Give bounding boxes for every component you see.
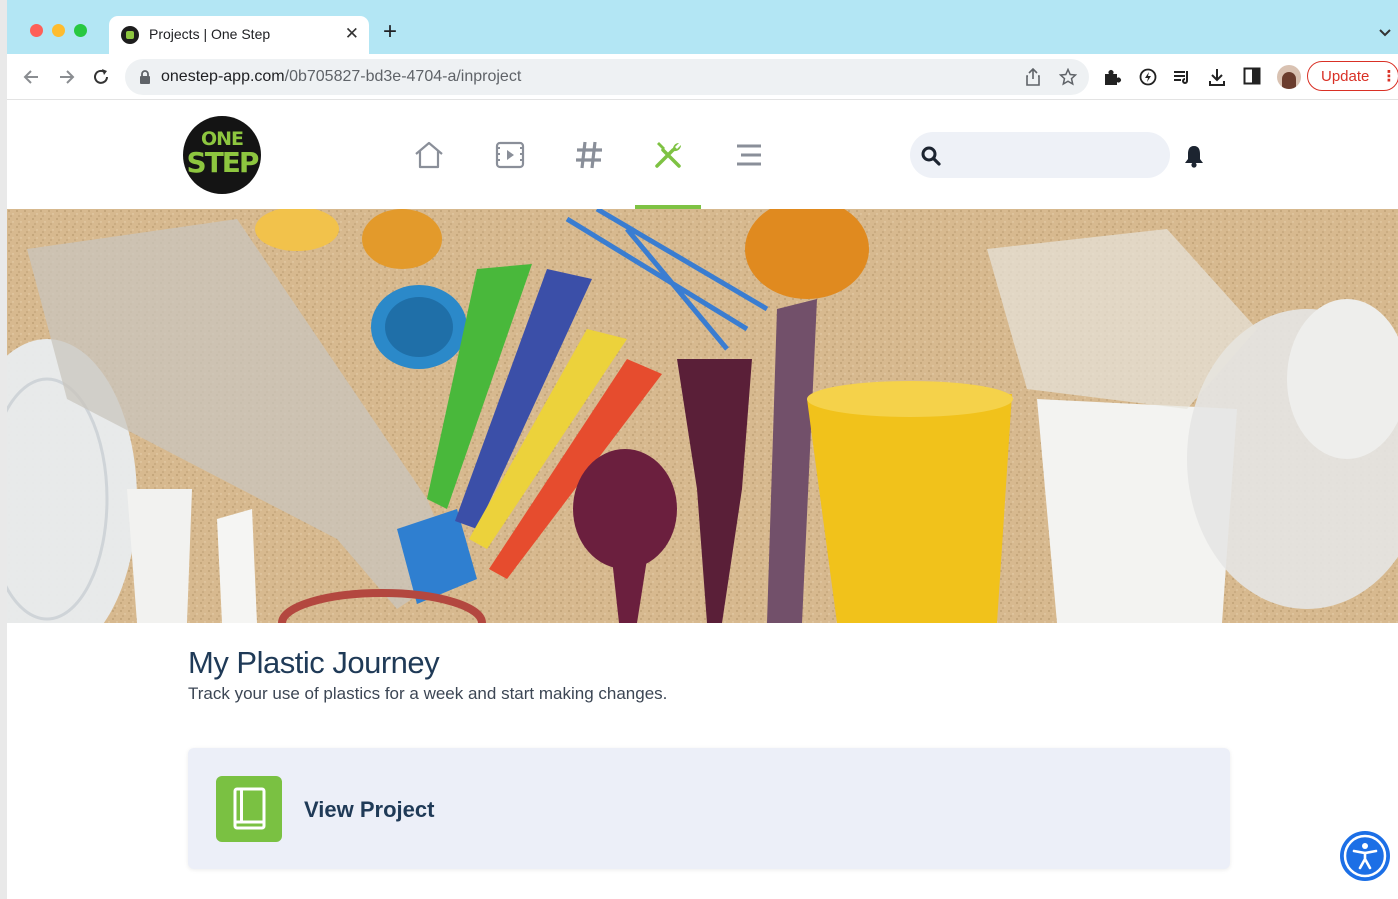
extensions-puzzle-icon[interactable]	[1102, 67, 1122, 92]
logo-text-step: STEP	[186, 146, 260, 179]
site-header: ONE STEP	[7, 101, 1398, 209]
site-search[interactable]	[910, 132, 1170, 178]
view-project-label: View Project	[304, 797, 435, 822]
tab-close-button[interactable]: ✕	[345, 24, 359, 44]
reload-icon[interactable]	[90, 66, 112, 88]
url-text[interactable]: onestep-app.com/0b705827-bd3e-4704-a/inp…	[161, 68, 521, 86]
tab-strip: Projects | One Step ✕ +	[7, 0, 1398, 54]
favicon-icon	[121, 26, 139, 44]
profile-avatar[interactable]	[1277, 65, 1301, 89]
update-button[interactable]: Update ⋮	[1307, 61, 1398, 91]
lock-icon[interactable]	[139, 70, 151, 89]
extension-icon[interactable]	[1138, 67, 1158, 92]
update-label: Update	[1321, 68, 1370, 85]
project-title: My Plastic Journey	[188, 645, 440, 680]
forward-arrow-icon[interactable]	[55, 66, 77, 88]
tab-title: Projects | One Step	[149, 26, 271, 42]
close-window-button[interactable]	[30, 24, 43, 37]
video-icon[interactable]	[494, 139, 526, 171]
browser-toolbar: onestep-app.com/0b705827-bd3e-4704-a/inp…	[7, 54, 1398, 100]
share-icon[interactable]	[1025, 67, 1041, 91]
project-description: Track your use of plastics for a week an…	[188, 684, 668, 703]
search-input[interactable]	[954, 140, 1154, 170]
minimize-window-button[interactable]	[52, 24, 65, 37]
download-icon[interactable]	[1207, 67, 1227, 92]
browser-window: Projects | One Step ✕ + onestep-app.com/…	[0, 0, 1398, 899]
bookmark-star-icon[interactable]	[1058, 67, 1078, 91]
projects-tools-icon[interactable]	[652, 139, 684, 171]
address-bar[interactable]: onestep-app.com/0b705827-bd3e-4704-a/inp…	[125, 59, 1089, 95]
search-icon[interactable]	[920, 145, 942, 172]
menu-icon[interactable]	[733, 139, 765, 171]
view-project-card[interactable]: View Project	[188, 748, 1230, 869]
one-step-logo[interactable]: ONE STEP	[183, 116, 261, 194]
maximize-window-button[interactable]	[74, 24, 87, 37]
accessibility-icon	[1343, 834, 1387, 878]
tab-list-chevron-icon[interactable]	[1378, 24, 1392, 42]
book-icon	[216, 776, 282, 842]
hashtag-icon[interactable]	[573, 139, 605, 171]
project-hero-image	[7, 209, 1398, 623]
home-icon[interactable]	[413, 139, 445, 171]
new-tab-button[interactable]: +	[383, 20, 397, 44]
notification-bell-icon[interactable]	[1183, 144, 1205, 173]
reading-list-icon[interactable]	[1172, 67, 1192, 92]
side-panel-icon[interactable]	[1243, 67, 1261, 90]
back-arrow-icon[interactable]	[21, 66, 43, 88]
kebab-menu-icon[interactable]: ⋮	[1382, 68, 1397, 85]
accessibility-button[interactable]	[1340, 831, 1390, 881]
browser-tab[interactable]: Projects | One Step ✕	[109, 16, 369, 54]
